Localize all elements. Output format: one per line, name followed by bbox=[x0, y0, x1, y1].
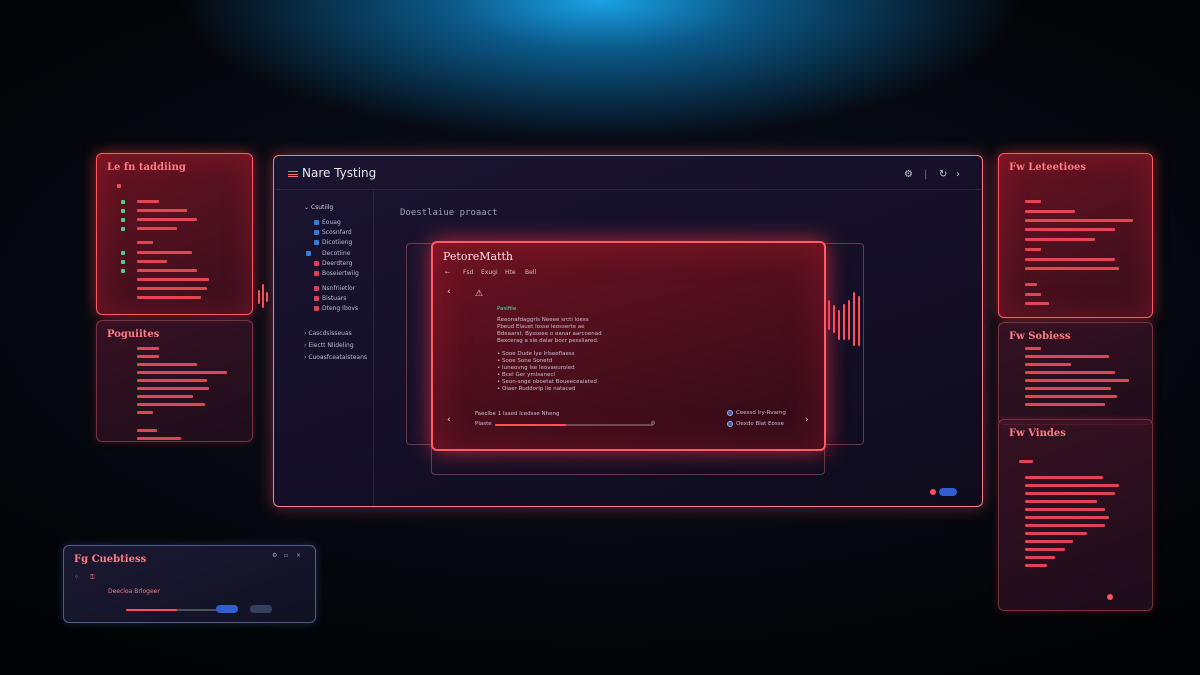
status-pill[interactable] bbox=[939, 488, 957, 496]
content-heading: Doestlaiue proaact bbox=[400, 208, 498, 218]
bullet-line: • Sooe Dude lye Irlseeflaess bbox=[497, 351, 575, 357]
chevron-right-icon[interactable]: › bbox=[805, 415, 809, 425]
marker-icon: ⁘ bbox=[74, 574, 80, 581]
chevron-left-icon[interactable]: ‹ bbox=[447, 415, 451, 425]
status-dot bbox=[1107, 594, 1113, 600]
main-titlebar: Nare Tysting ⚙ | ↻ › bbox=[274, 156, 982, 190]
dialog-body-line: Reeonafdaggrls Neeee srcti loess bbox=[497, 317, 589, 323]
dialog-footer-label: Faeclbe 1 lsaed lcedsse Nheng bbox=[475, 411, 560, 417]
progress-fill bbox=[495, 424, 567, 426]
option-label[interactable]: Oexdo Blat Eosse bbox=[736, 421, 784, 427]
action-button[interactable] bbox=[250, 605, 272, 613]
dialog-menu-item[interactable]: Hte bbox=[505, 269, 516, 276]
bottom-left-widget: Fg Cuebtiess ⚙ ▫ × ⁘ ⚿ Deecloa Brlogeer bbox=[63, 545, 316, 623]
progress-label: Plaste bbox=[475, 421, 492, 427]
settings-icon[interactable]: ⚙ bbox=[904, 169, 913, 180]
refresh-icon[interactable]: ↻ bbox=[939, 169, 947, 180]
left-top-panel: Le fn taddiing bbox=[96, 153, 253, 315]
chevron-left-icon[interactable]: ‹ bbox=[447, 287, 451, 297]
dialog-body-line: Bdeaarst, Bysseee o eanar aarcoenad bbox=[497, 331, 602, 337]
bullet-icon bbox=[121, 200, 125, 204]
bullet-line: • Bcel Ger ymlsanecl bbox=[497, 372, 555, 378]
sidebar-icon bbox=[314, 271, 319, 276]
sidebar-icon bbox=[314, 240, 319, 245]
dialog-menu-item[interactable]: Exugi bbox=[481, 269, 498, 276]
forward-icon[interactable]: › bbox=[956, 169, 960, 180]
sidebar-header[interactable]: ⌄ Csutiilg bbox=[304, 204, 333, 211]
sidebar-icon bbox=[314, 230, 319, 235]
bullet-icon bbox=[121, 209, 125, 213]
sidebar-item[interactable]: Dicotiieng bbox=[322, 239, 352, 246]
bullet-icon bbox=[121, 227, 125, 231]
menu-icon[interactable] bbox=[288, 171, 298, 177]
minimize-icon[interactable]: ▫ bbox=[284, 552, 288, 559]
right-bottom-panel: Fw Vindes bbox=[998, 419, 1153, 611]
dialog-heading: Paslfile bbox=[497, 306, 517, 312]
widget-title: Fg Cuebtiess bbox=[74, 554, 147, 565]
close-icon[interactable]: × bbox=[296, 552, 301, 559]
right-top-panel-title: Fw Leteetioes bbox=[1009, 162, 1087, 173]
radio-icon[interactable] bbox=[727, 421, 733, 427]
sidebar-item[interactable]: Eouag bbox=[322, 219, 341, 226]
back-arrow-icon[interactable]: ← bbox=[445, 269, 450, 276]
dialog-window: PetoreMatth ← Fsd Exugi Hte Bell ‹ ⚠ Pas… bbox=[431, 241, 826, 451]
main-window-title: Nare Tysting bbox=[302, 166, 377, 180]
left-top-panel-title: Le fn taddiing bbox=[107, 162, 186, 173]
sidebar-item[interactable]: Bistuars bbox=[322, 295, 346, 302]
lock-icon: ⚿ bbox=[90, 574, 95, 581]
bullet-line: • Iuneovng Ise leovaeuroied bbox=[497, 365, 575, 371]
settings-icon[interactable]: ⚙ bbox=[272, 552, 277, 559]
sidebar-group[interactable]: › Eiectt Nlideling bbox=[304, 342, 354, 349]
sidebar-icon bbox=[314, 261, 319, 266]
sidebar-icon bbox=[314, 296, 319, 301]
bullet-line: • Oiaer Ruddorip lle nataced bbox=[497, 386, 576, 392]
bullet-icon bbox=[121, 260, 125, 264]
radio-icon[interactable] bbox=[727, 410, 733, 416]
sidebar-group[interactable]: › Cascdsisseuas bbox=[304, 330, 352, 337]
left-bottom-panel-title: Poguiites bbox=[107, 329, 160, 340]
status-dot bbox=[930, 489, 936, 495]
main-sidebar: ⌄ Csutiilg Eouag Scosnfard Dicotiieng De… bbox=[274, 190, 374, 506]
sidebar-item[interactable]: Dteng Ibovs bbox=[322, 305, 358, 312]
bullet-icon bbox=[121, 269, 125, 273]
sidebar-icon bbox=[314, 306, 319, 311]
bullet-icon bbox=[121, 251, 125, 255]
bullet-line: • Seon-snge oboetat Boueeceaiated bbox=[497, 379, 597, 385]
widget-progress-fill bbox=[126, 609, 177, 611]
sidebar-icon bbox=[314, 220, 319, 225]
sidebar-item[interactable]: Decotiine bbox=[322, 250, 350, 257]
right-middle-panel: Fw Sobiess bbox=[998, 322, 1153, 425]
sidebar-item[interactable]: Deerdterg bbox=[322, 260, 352, 267]
sidebar-icon bbox=[314, 286, 319, 291]
option-label[interactable]: Ceessd Iry-Rvamg bbox=[736, 410, 786, 416]
right-bottom-panel-title: Fw Vindes bbox=[1009, 428, 1066, 439]
warning-icon: ⚠ bbox=[475, 289, 484, 299]
dialog-title: PetoreMatth bbox=[443, 250, 513, 263]
dialog-menu-item[interactable]: Fsd bbox=[463, 269, 473, 276]
sidebar-item[interactable]: Scosnfard bbox=[322, 229, 352, 236]
bullet-line: • Sooe Sone Sonetd bbox=[497, 358, 553, 364]
right-middle-panel-title: Fw Sobiess bbox=[1009, 331, 1071, 342]
sidebar-item[interactable]: Boseiertwiig bbox=[322, 270, 359, 277]
bullet-icon bbox=[121, 218, 125, 222]
right-top-panel: Fw Leteetioes bbox=[998, 153, 1153, 318]
sidebar-item[interactable]: Nsnfriietlor bbox=[322, 285, 355, 292]
widget-subtitle: Deecloa Brlogeer bbox=[108, 588, 160, 595]
sidebar-icon bbox=[306, 251, 311, 256]
progress-handle-icon[interactable]: ◎ bbox=[651, 420, 655, 426]
bullet-icon bbox=[117, 184, 121, 188]
separator: | bbox=[924, 169, 928, 180]
toggle-button[interactable] bbox=[216, 605, 238, 613]
chevron-down-icon: ⌄ bbox=[304, 204, 311, 211]
dialog-body-line: Pbeud Elauet losse leosserte ae bbox=[497, 324, 585, 330]
dialog-body-line: Bexcerag a sle dalar bocr pessliared. bbox=[497, 338, 599, 344]
sidebar-group[interactable]: › Cuoasfceataisteans bbox=[304, 354, 367, 361]
dialog-menu-item[interactable]: Bell bbox=[525, 269, 536, 276]
left-bottom-panel: Poguiites bbox=[96, 320, 253, 442]
